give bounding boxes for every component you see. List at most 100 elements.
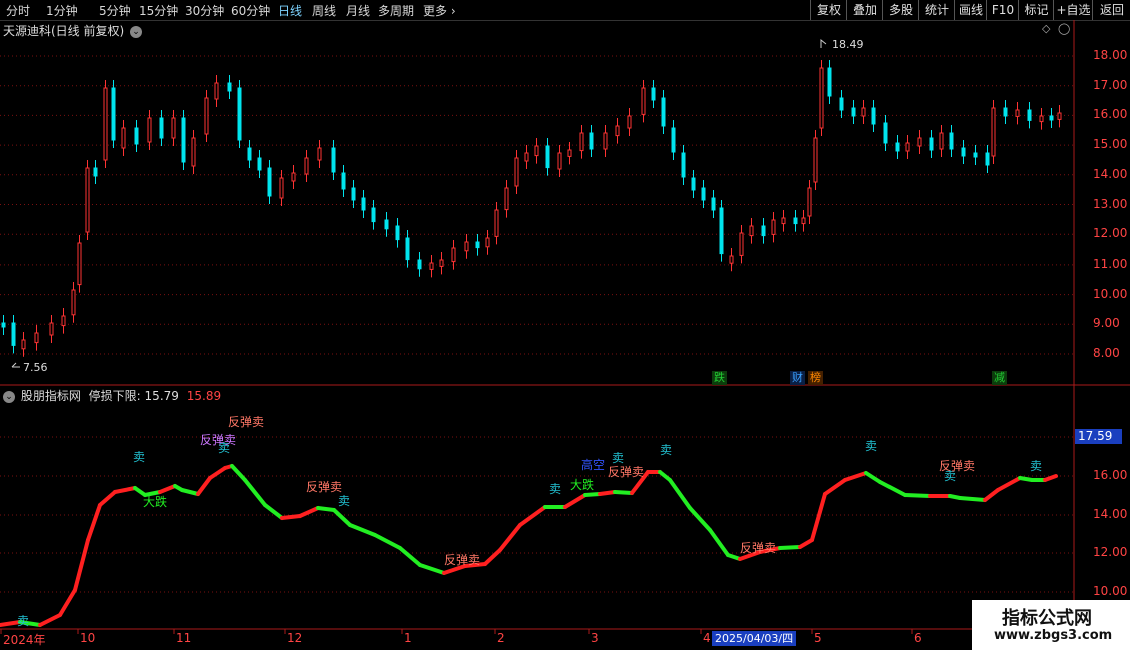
candle-body xyxy=(134,127,139,145)
signal-label: 高空 xyxy=(581,458,606,472)
candle-body xyxy=(557,152,562,170)
event-badge-list[interactable]: 榜 xyxy=(808,371,823,385)
event-badge-reduce[interactable]: 减 xyxy=(992,371,1007,385)
indicator-segment xyxy=(243,478,267,507)
indicator-segment xyxy=(996,476,1022,492)
candle-body xyxy=(103,87,108,161)
candle-body xyxy=(204,97,209,135)
signal-label: 卖 xyxy=(1030,459,1043,473)
y-tick-label: 13.00 xyxy=(1093,196,1128,211)
candle-body xyxy=(451,247,456,263)
candle-body xyxy=(341,172,346,190)
candle-body xyxy=(494,209,499,237)
current-value-label: 17.59 xyxy=(1075,429,1123,444)
signal-label: 卖 xyxy=(218,441,231,455)
indicator-segment xyxy=(688,506,712,532)
x-tick-label: 11 xyxy=(176,631,192,645)
chevron-down-icon[interactable]: ⌄ xyxy=(3,390,15,403)
indicator-segment xyxy=(208,466,227,480)
x-tick-label: 10 xyxy=(80,631,96,645)
candle-body xyxy=(504,187,509,211)
signal-label: 大跌 xyxy=(570,478,595,492)
candle-body xyxy=(701,187,706,201)
x-tick-label: 1 xyxy=(404,631,412,645)
cursor-date-label: 2025/04/03/四 xyxy=(712,631,797,646)
event-badge-financial[interactable]: 财 xyxy=(790,371,805,385)
candle-body xyxy=(371,207,376,223)
candle-body xyxy=(85,167,90,233)
candle-body xyxy=(917,137,922,147)
candle-body xyxy=(691,177,696,191)
candle-body xyxy=(973,152,978,158)
x-tick-label: 12 xyxy=(287,631,303,645)
candle-body xyxy=(929,137,934,151)
candle-body xyxy=(827,67,832,97)
diamond-icon[interactable]: ◇ xyxy=(1042,22,1050,35)
candle-body xyxy=(159,117,164,139)
candle-body xyxy=(641,87,646,115)
settings-circle-icon[interactable]: ◯ xyxy=(1058,22,1070,35)
candle-body xyxy=(883,122,888,144)
indicator-segment xyxy=(230,464,247,482)
indicator-y-tick-label: 10.00 xyxy=(1093,584,1128,598)
chevron-down-icon[interactable]: ⌄ xyxy=(130,25,143,38)
signal-label: 反弹卖 xyxy=(228,415,265,429)
indicator-segment xyxy=(113,486,137,494)
candle-body xyxy=(279,177,284,199)
candle-body xyxy=(949,132,954,150)
candle-body xyxy=(771,219,776,235)
signal-label: 卖 xyxy=(133,450,146,464)
indicator-segment xyxy=(498,523,522,552)
candle-body xyxy=(439,259,444,267)
signal-label: 卖 xyxy=(17,614,30,628)
candle-body xyxy=(93,167,98,177)
low-price-label: 7.56 xyxy=(23,361,48,374)
candle-body xyxy=(514,157,519,187)
indicator-y-tick-label: 16.00 xyxy=(1093,468,1128,482)
signal-label: 卖 xyxy=(549,482,562,496)
signal-label: 反弹卖 xyxy=(740,541,777,555)
event-badge-drop[interactable]: 跌 xyxy=(712,371,727,385)
candle-body xyxy=(985,152,990,166)
stop-label: 停损下限: xyxy=(88,389,141,403)
signal-label: 卖 xyxy=(660,443,673,457)
high-pointer-icon xyxy=(820,38,827,48)
candle-body xyxy=(807,187,812,217)
candle-body xyxy=(861,107,866,117)
low-pointer-icon xyxy=(11,362,20,368)
indicator-segment xyxy=(878,480,907,497)
candle-body xyxy=(681,152,686,178)
candle-body xyxy=(21,339,26,350)
indicator-y-tick-label: 12.00 xyxy=(1093,545,1128,559)
indicator-segment xyxy=(864,471,882,484)
indicator-segment xyxy=(778,545,802,550)
candle-body xyxy=(405,237,410,261)
candle-body xyxy=(1027,109,1032,121)
chart-canvas[interactable] xyxy=(0,0,1130,650)
watermark-title: 指标公式网 xyxy=(1002,608,1092,629)
y-tick-label: 9.00 xyxy=(1093,316,1120,331)
candle-body xyxy=(304,157,309,175)
candle-body xyxy=(793,217,798,225)
indicator-segment xyxy=(798,538,814,549)
indicator-segment xyxy=(86,503,102,542)
candle-body xyxy=(429,262,434,270)
candle-body xyxy=(257,157,262,171)
main-chart-title: 天源迪科(日线 前复权) ⌄ xyxy=(3,22,143,39)
indicator-segment xyxy=(810,492,827,542)
candle-body xyxy=(851,107,856,117)
candle-body xyxy=(615,125,620,137)
candle-body xyxy=(171,117,176,139)
candle-body xyxy=(1057,112,1062,120)
indicator-segment xyxy=(418,563,446,575)
candle-body xyxy=(417,259,422,270)
x-tick-label: 2024年 xyxy=(3,633,46,647)
indicator-segment xyxy=(316,506,336,512)
signal-label: 反弹卖 xyxy=(444,553,481,567)
candle-body xyxy=(237,87,242,141)
candlestick-series xyxy=(1,60,1062,357)
signal-label: 反弹卖 xyxy=(608,465,645,479)
indicator-segment xyxy=(823,478,847,496)
y-tick-label: 11.00 xyxy=(1093,256,1128,271)
candle-body xyxy=(1003,107,1008,117)
